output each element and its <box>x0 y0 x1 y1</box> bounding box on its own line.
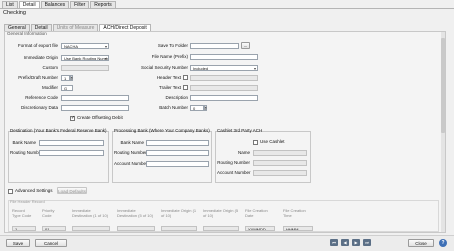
header-text-input[interactable] <box>190 75 258 81</box>
record-title: Checking <box>3 10 26 16</box>
cashlet-routing-label: Routing Number <box>217 160 250 165</box>
trailer-text-input[interactable] <box>190 85 258 91</box>
modifier-input[interactable]: G <box>61 85 73 91</box>
col-priority-code: Priority Code <box>42 208 55 218</box>
header-text-checkbox[interactable] <box>183 75 188 80</box>
ssn-label: Social Security Number <box>140 65 188 70</box>
prefix-input[interactable]: 1 <box>61 75 70 81</box>
prefix-spinner[interactable]: ▴ ▾ <box>70 75 73 81</box>
record-type-code-input[interactable]: 1 <box>12 226 36 231</box>
next-record-icon[interactable]: ▶ <box>352 239 360 246</box>
group-general-title: General Information <box>7 31 47 36</box>
reference-label: Reference Code <box>25 95 58 100</box>
file-name-label: File Name (Prefix) <box>151 54 188 59</box>
format-label: Format of export file <box>17 43 58 48</box>
dest-routing-label: Routing Number <box>10 150 43 155</box>
footer-bar <box>0 235 454 251</box>
file-creation-time-input[interactable]: HHMM <box>283 226 313 231</box>
immediate-origin-select[interactable]: Use Bank Routing Number <box>61 55 109 61</box>
cashlet-group-title: Cashlet 3rd Party ACH <box>217 128 263 133</box>
batch-spinner[interactable]: ▴ ▾ <box>204 105 207 111</box>
use-cashlet-checkbox[interactable] <box>253 140 258 145</box>
col-immediate-destination-1: Immediate Destination (1 of 10) <box>72 208 109 218</box>
save-folder-label: Save To Folder <box>157 43 188 48</box>
description-label: Description <box>165 95 188 100</box>
processing-group-title: Processing Bank (Where Your Company Bank… <box>114 128 210 133</box>
dest-bank-name-input[interactable] <box>39 140 104 146</box>
file-creation-date-input[interactable]: YYMMDD <box>245 226 275 231</box>
format-select[interactable]: NACHA <box>61 43 109 49</box>
offsetting-debit-checkbox[interactable] <box>70 115 75 121</box>
trailer-text-checkbox[interactable] <box>183 85 188 90</box>
cashlet-account-input[interactable] <box>253 170 307 176</box>
immediate-destination-1-input[interactable] <box>72 226 110 231</box>
custom-input[interactable] <box>61 65 109 71</box>
col-file-creation-time: File Creation Time <box>283 208 306 218</box>
discretionary-input[interactable] <box>61 105 129 111</box>
immediate-origin-1-input[interactable] <box>161 226 197 231</box>
file-header-title: File Header Record <box>10 199 45 204</box>
cashlet-name-label: Name <box>237 150 250 155</box>
help-icon[interactable]: ? <box>439 239 447 247</box>
col-immediate-destination-5: Immediate Destination (5 of 10) <box>117 208 154 218</box>
header-text-label: Header Text <box>156 75 181 80</box>
vertical-scrollbar[interactable] <box>441 32 445 232</box>
immediate-destination-5-input[interactable] <box>117 226 155 231</box>
save-folder-input[interactable] <box>190 43 239 49</box>
advanced-settings-checkbox[interactable] <box>8 189 13 194</box>
cancel-button[interactable]: Cancel <box>35 239 67 247</box>
ssn-select[interactable]: Included <box>190 65 258 71</box>
save-button[interactable]: Save <box>6 239 30 247</box>
proc-account-input[interactable] <box>146 161 209 167</box>
destination-group-title: Destination (Your Bank's Federal Reserve… <box>10 128 107 133</box>
batch-label: Batch Number <box>159 105 188 110</box>
proc-bank-name-label: Bank Name <box>120 140 144 145</box>
reference-input[interactable] <box>61 95 129 101</box>
batch-input[interactable]: 0 <box>190 105 204 111</box>
col-immediate-origin-5: Immediate Origin (5 of 10) <box>203 208 239 218</box>
close-button[interactable]: Close <box>408 239 434 247</box>
cashlet-account-label: Account Number <box>217 170 251 175</box>
immediate-origin-5-input[interactable] <box>203 226 239 231</box>
col-record-type-code: Record Type Code <box>12 208 32 218</box>
offsetting-debit-label: Create Offsetting Debit <box>77 115 123 120</box>
trailer-text-label: Trailer Text <box>158 85 181 90</box>
proc-bank-name-input[interactable] <box>146 140 209 146</box>
last-record-icon[interactable]: ⏭ <box>363 239 371 246</box>
cashlet-name-input[interactable] <box>253 150 307 156</box>
first-record-icon[interactable]: ⏮ <box>330 239 338 246</box>
load-defaults-button[interactable]: Load Defaults <box>57 187 87 194</box>
advanced-settings-label: Advanced Settings <box>15 188 53 193</box>
prefix-label: Prefix/Draft Number <box>18 75 58 80</box>
use-cashlet-label: Use Cashlet <box>260 139 285 144</box>
col-file-creation-date: File Creation Date <box>245 208 268 218</box>
destination-group <box>8 131 109 183</box>
col-immediate-origin-1: Immediate Origin (1 of 10) <box>161 208 197 218</box>
cashlet-routing-input[interactable] <box>253 160 307 166</box>
proc-routing-label: Routing Number <box>114 150 147 155</box>
priority-code-input[interactable]: 01 <box>42 226 66 231</box>
scrollbar-thumb[interactable] <box>441 38 445 133</box>
immediate-origin-label: Immediate Origin <box>23 55 58 60</box>
previous-record-icon[interactable]: ◀ <box>341 239 349 246</box>
custom-label: Custom <box>42 65 58 70</box>
proc-routing-input[interactable] <box>146 150 209 156</box>
file-name-input[interactable] <box>190 54 258 60</box>
dest-routing-input[interactable] <box>39 150 104 156</box>
description-input[interactable] <box>190 95 258 101</box>
processing-group <box>112 131 212 183</box>
dest-bank-name-label: Bank Name <box>12 140 36 145</box>
modifier-label: Modifier <box>41 85 58 90</box>
tab-divider <box>0 8 454 9</box>
discretionary-label: Discretionary Data <box>20 105 58 110</box>
proc-account-label: Account Number <box>114 161 148 166</box>
browse-folder-button[interactable]: ... <box>241 42 250 49</box>
